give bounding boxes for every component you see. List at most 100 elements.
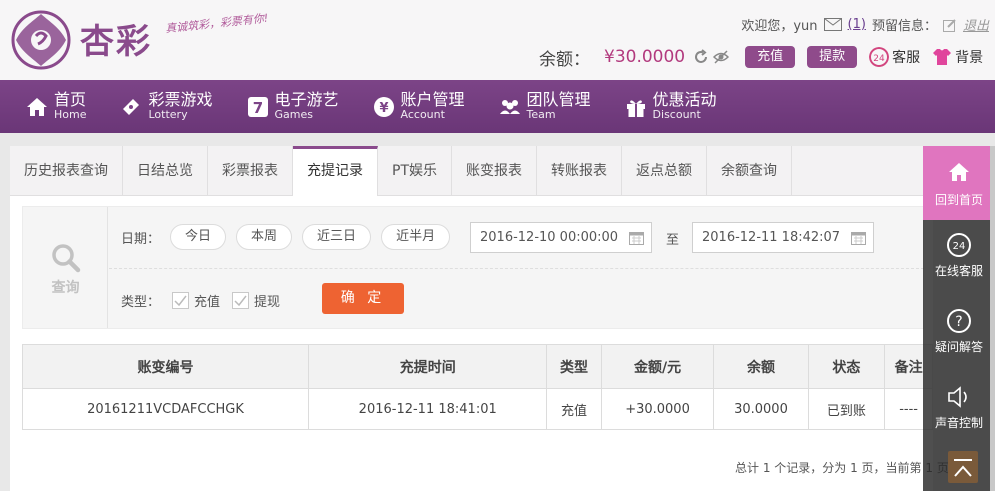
main-panel: 历史报表查询 日结总览 彩票报表 充提记录 PT娱乐 账变报表 转账报表 返点总…	[10, 146, 949, 491]
cell-change-id: 20161211VCDAFCCHGK	[22, 388, 309, 430]
tab-deposit-withdraw-records[interactable]: 充提记录	[293, 146, 378, 196]
quick-date-last-3-days[interactable]: 近三日	[302, 224, 372, 250]
nav-team[interactable]: 团队管理 Team	[473, 80, 599, 133]
start-date-input[interactable]: 2016-12-10 00:00:00	[470, 222, 652, 253]
svg-text:24: 24	[953, 241, 966, 252]
calendar-icon[interactable]	[629, 230, 644, 245]
slogan: 真诚筑彩，彩票有你!	[164, 11, 269, 36]
nav-lottery[interactable]: 彩票游戏 Lottery	[94, 80, 220, 133]
headset-icon: 24	[869, 47, 890, 67]
balance-value: ¥30.0000	[604, 47, 686, 67]
svg-text:24: 24	[873, 54, 885, 64]
sound-control-label: 声音控制	[934, 416, 983, 430]
nav-account[interactable]: ¥ 账户管理 Account	[347, 80, 473, 133]
svg-text:?: ?	[955, 314, 962, 330]
tab-transfer-report[interactable]: 转账报表	[537, 146, 622, 196]
background-label: 背景	[955, 50, 984, 66]
type-deposit-label: 充值	[194, 294, 221, 310]
tab-daily-overview[interactable]: 日结总览	[123, 146, 208, 196]
cell-time: 2016-12-11 18:41:01	[307, 388, 548, 430]
to-label: 至	[666, 233, 680, 248]
checkbox-box[interactable]	[232, 291, 250, 309]
sound-control-button[interactable]: 声音控制	[923, 384, 995, 431]
faq-label: 疑问解答	[934, 340, 983, 354]
home-icon	[27, 97, 47, 116]
start-date-value: 2016-12-10 00:00:00	[480, 230, 619, 245]
nav-account-cn: 账户管理	[400, 89, 465, 109]
gift-icon	[626, 99, 645, 117]
online-service-button[interactable]: 24 在线客服	[923, 232, 995, 279]
faq-button[interactable]: ? 疑问解答	[923, 308, 995, 355]
edit-icon[interactable]	[942, 18, 957, 32]
mail-icon[interactable]	[823, 18, 842, 31]
quick-date-today[interactable]: 今日	[170, 224, 227, 250]
yen-icon: ¥	[373, 96, 394, 117]
cell-amount: +30.0000	[600, 388, 715, 430]
type-label: 类型：	[121, 294, 161, 310]
nav-discount[interactable]: 优惠活动 Discount	[599, 80, 725, 133]
type-deposit-checkbox[interactable]: 充值	[172, 291, 220, 310]
shirt-icon	[933, 49, 952, 65]
refresh-icon[interactable]	[693, 49, 709, 65]
tab-history-report[interactable]: 历史报表查询	[10, 146, 123, 196]
withdraw-button[interactable]: 提款	[807, 46, 858, 68]
tab-pt-entertainment[interactable]: PT娱乐	[378, 146, 452, 196]
seven-icon: 7	[247, 96, 268, 117]
deposit-button[interactable]: 充值	[745, 46, 796, 68]
nav-lottery-en: Lottery	[148, 107, 188, 121]
message-count[interactable]: (1)	[848, 17, 866, 32]
scroll-top-button[interactable]	[948, 451, 978, 483]
pagination-summary: 总计 1 个记录，分为 1 页，当前第 1 页	[735, 461, 949, 475]
tab-rebate-total[interactable]: 返点总额	[622, 146, 707, 196]
cell-balance: 30.0000	[713, 388, 809, 430]
col-time: 充提时间	[307, 344, 548, 389]
welcome-text: 欢迎您，yun	[741, 19, 818, 34]
query-section: 查询	[23, 207, 108, 328]
quick-date-half-month[interactable]: 近半月	[381, 224, 451, 250]
tab-lottery-report[interactable]: 彩票报表	[208, 146, 293, 196]
nav-home-en: Home	[54, 107, 87, 121]
headset-icon: 24	[947, 233, 971, 257]
nav-home-cn: 首页	[54, 89, 87, 109]
nav-account-en: Account	[400, 107, 445, 121]
type-withdraw-checkbox[interactable]: 提现	[232, 291, 280, 310]
checkbox-box[interactable]	[172, 291, 190, 309]
tab-account-change-report[interactable]: 账变报表	[452, 146, 537, 196]
check-icon	[174, 295, 187, 306]
calendar-icon[interactable]	[851, 230, 866, 245]
nav-games[interactable]: 7 电子游艺 Games	[221, 80, 347, 133]
hide-eye-icon[interactable]	[713, 49, 730, 65]
records-table: 账变编号 充提时间 类型 金额/元 余额 状态 备注 20161211VCDAF…	[22, 344, 933, 430]
brand-name: 杏彩	[80, 22, 152, 62]
check-icon	[234, 295, 247, 306]
header: 杏彩 真诚筑彩，彩票有你! 欢迎您，yun (1) 预留信息： 退出 余额： ¥…	[0, 0, 995, 80]
divider	[109, 268, 924, 269]
end-date-input[interactable]: 2016-12-11 18:42:07	[692, 222, 874, 253]
back-to-home-button[interactable]: 回到首页	[923, 146, 995, 220]
type-row: 类型： 充值 提现	[121, 285, 280, 315]
tab-balance-query[interactable]: 余额查询	[707, 146, 792, 196]
col-amount: 金额/元	[600, 344, 715, 389]
team-icon	[499, 99, 520, 114]
nav-home[interactable]: 首页 Home	[0, 80, 94, 133]
chevron-up-icon	[954, 459, 972, 477]
query-label: 查询	[51, 280, 80, 296]
service-label: 客服	[892, 50, 921, 66]
confirm-button[interactable]: 确 定	[322, 283, 404, 314]
home-icon	[949, 163, 969, 181]
svg-text:7: 7	[252, 99, 262, 117]
type-withdraw-label: 提现	[254, 294, 281, 310]
nav-games-en: Games	[274, 107, 313, 121]
date-label: 日期：	[121, 231, 161, 247]
online-service-label: 在线客服	[934, 264, 983, 278]
quick-date-this-week[interactable]: 本周	[236, 224, 293, 250]
background-link[interactable]: 背景	[932, 47, 983, 67]
page-scrollbar[interactable]	[990, 146, 995, 491]
user-bar: 欢迎您，yun (1) 预留信息： 退出	[741, 15, 989, 34]
col-status: 状态	[807, 344, 886, 389]
logout-link[interactable]: 退出	[963, 15, 989, 34]
col-type: 类型	[546, 344, 602, 389]
customer-service-link[interactable]: 24 客服	[869, 47, 920, 67]
nav-team-en: Team	[526, 107, 556, 121]
nav-lottery-cn: 彩票游戏	[148, 89, 213, 109]
